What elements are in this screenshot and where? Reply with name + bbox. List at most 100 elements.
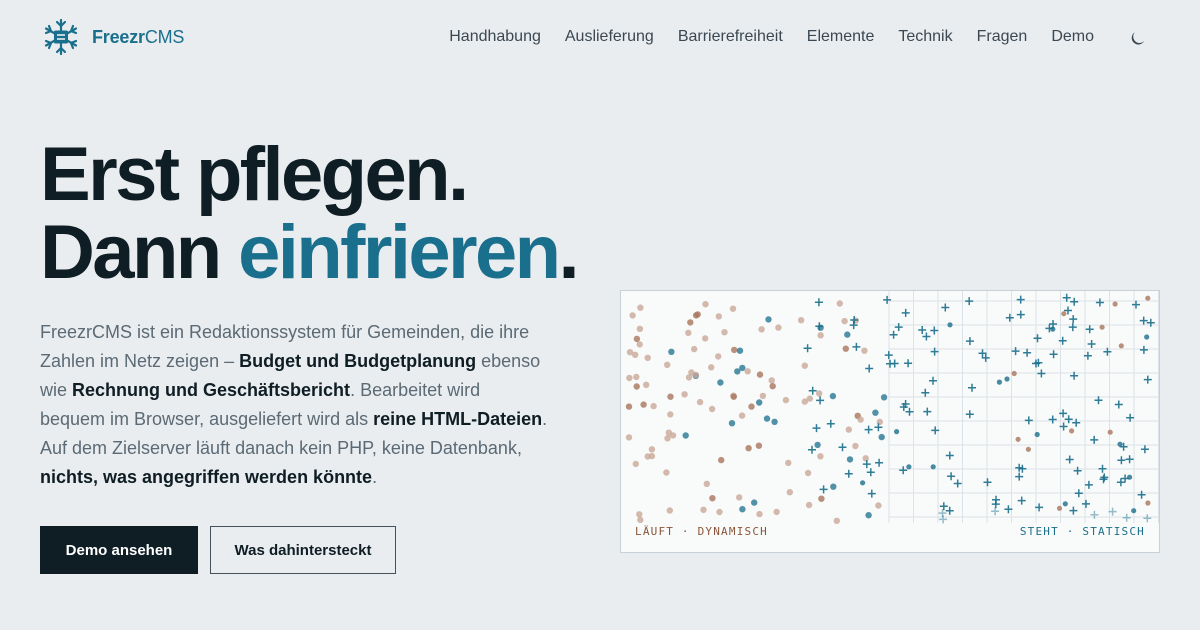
dynamic-dot xyxy=(841,317,848,325)
moon-icon xyxy=(1131,32,1145,45)
dynamic-dot xyxy=(721,329,728,336)
static-cross xyxy=(1116,478,1125,487)
transition-dot xyxy=(1004,376,1010,382)
static-cross xyxy=(968,383,976,392)
nav-item-barrierefreiheit[interactable]: Barrierefreiheit xyxy=(678,28,783,46)
dynamic-dot xyxy=(852,442,859,450)
transition-dot xyxy=(1107,429,1113,435)
nav-item-auslieferung[interactable]: Auslieferung xyxy=(565,28,654,46)
static-cross xyxy=(838,443,847,452)
dynamic-dot xyxy=(687,319,694,326)
dynamic-dot xyxy=(663,469,670,476)
static-cross xyxy=(1023,348,1032,357)
transition-dot xyxy=(1131,508,1137,514)
static-cross xyxy=(864,425,873,434)
dynamic-dot xyxy=(736,494,743,501)
static-cross xyxy=(921,388,930,397)
static-cross xyxy=(965,297,974,306)
brand-name: FreezrCMS xyxy=(92,27,184,48)
static-cross xyxy=(1024,416,1033,425)
theme-toggle-button[interactable] xyxy=(1130,29,1148,47)
dynamic-dot xyxy=(644,354,651,361)
dynamic-dot xyxy=(734,368,741,375)
dynamic-dot xyxy=(632,351,639,358)
dynamic-dot xyxy=(759,392,767,400)
static-cross xyxy=(1090,435,1099,444)
nav-item-elemente[interactable]: Elemente xyxy=(807,28,875,46)
dynamic-dot xyxy=(666,507,673,514)
dynamic-dot xyxy=(669,432,677,439)
static-cross xyxy=(945,506,954,515)
static-cross xyxy=(816,396,825,405)
demo-button[interactable]: Demo ansehen xyxy=(40,526,198,574)
dynamic-dot xyxy=(636,325,644,332)
dynamic-dot xyxy=(633,335,641,343)
dynamic-dot xyxy=(636,341,643,348)
dynamic-dot xyxy=(731,346,738,354)
lead-emphasis-html: reine HTML-Dateien xyxy=(373,409,543,429)
static-cross xyxy=(1058,336,1067,345)
static-cross xyxy=(991,507,1000,516)
static-cross xyxy=(945,451,954,460)
static-cross xyxy=(983,478,992,487)
static-cross xyxy=(894,323,903,332)
static-cross xyxy=(929,376,937,385)
static-cross xyxy=(1069,315,1078,324)
static-cross xyxy=(867,489,876,498)
nav-item-handhabung[interactable]: Handhabung xyxy=(449,28,541,46)
static-cross xyxy=(1072,418,1081,427)
dynamic-dot xyxy=(718,456,725,464)
dynamic-dot xyxy=(817,332,824,339)
brand-logo-link[interactable]: FreezrCMS xyxy=(42,18,184,56)
dynamic-dot xyxy=(664,361,671,368)
dynamic-dot xyxy=(748,403,755,410)
dynamic-dot xyxy=(702,301,709,308)
dynamic-dot xyxy=(625,434,633,441)
dynamic-dot xyxy=(814,441,821,449)
transition-dot xyxy=(1034,431,1040,438)
dynamic-dot xyxy=(650,402,657,410)
static-cross xyxy=(1084,480,1093,489)
dynamic-dot xyxy=(801,398,808,405)
static-cross xyxy=(1064,415,1073,424)
dynamic-dot xyxy=(632,460,639,468)
dynamic-dot xyxy=(844,331,851,338)
dynamic-dot xyxy=(692,312,700,319)
dynamic-dot xyxy=(756,371,764,378)
transition-dot xyxy=(1069,428,1075,434)
nav-item-fragen[interactable]: Fragen xyxy=(977,28,1028,46)
dynamic-dot xyxy=(756,510,763,518)
static-cross xyxy=(865,364,874,373)
dynamic-dot xyxy=(729,305,737,312)
static-cross xyxy=(1137,490,1146,499)
dynamic-dot xyxy=(702,335,709,342)
static-cross xyxy=(1017,496,1026,505)
dynamic-dot xyxy=(691,345,698,353)
static-cross xyxy=(808,386,817,395)
dynamic-dot xyxy=(857,416,864,423)
dynamic-dot xyxy=(782,396,790,404)
static-cross xyxy=(1139,345,1148,354)
dynamic-dot xyxy=(836,300,843,307)
transition-dot xyxy=(1145,500,1151,506)
dynamic-dot xyxy=(785,459,792,467)
dynamic-dot xyxy=(709,495,716,502)
static-cross xyxy=(965,337,974,346)
static-cross xyxy=(1098,464,1107,473)
static-cross xyxy=(1070,297,1079,306)
nav-item-technik[interactable]: Technik xyxy=(898,28,952,46)
static-cross xyxy=(947,472,956,481)
dynamic-dot xyxy=(862,455,869,462)
dynamic-dot xyxy=(637,516,644,524)
main-nav: Handhabung Auslieferung Barrierefreiheit… xyxy=(449,28,1094,46)
static-cross xyxy=(901,308,910,317)
dynamic-dot xyxy=(751,499,758,506)
dynamic-dot xyxy=(633,383,640,390)
dynamic-dot xyxy=(758,326,765,333)
dynamic-dot xyxy=(846,456,854,463)
dynamic-dot xyxy=(763,415,771,422)
site-header: FreezrCMS Handhabung Auslieferung Barrie… xyxy=(0,0,1200,76)
nav-item-demo[interactable]: Demo xyxy=(1051,28,1094,46)
dynamic-dot xyxy=(744,368,751,375)
about-button[interactable]: Was dahintersteckt xyxy=(210,526,396,574)
